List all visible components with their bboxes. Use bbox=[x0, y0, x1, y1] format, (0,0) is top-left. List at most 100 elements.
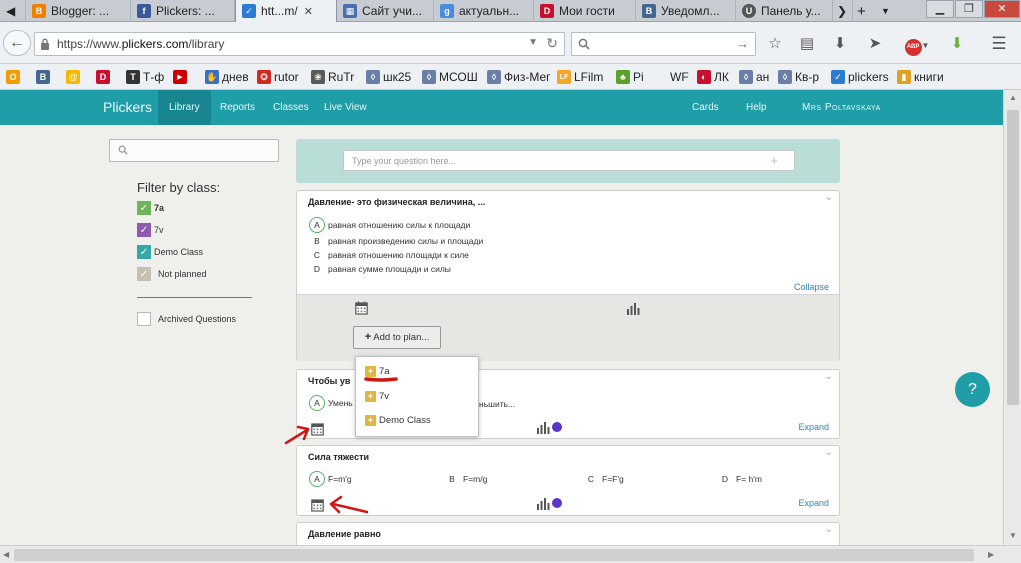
maximize-window-button[interactable]: ❐ bbox=[955, 0, 983, 18]
browser-tab-strip: ◀ B Blogger: ... f Plickers: ... ✓ htt..… bbox=[0, 0, 1021, 22]
browser-nav-bar: ← https://www.plickers.com/library ▼ ↻ →… bbox=[0, 22, 1021, 64]
bookmark-mail[interactable]: @ bbox=[66, 68, 83, 86]
bookmark-rutor[interactable]: ✪ rutor bbox=[257, 68, 299, 86]
bookmark-plickers[interactable]: ✓ plickers bbox=[831, 68, 889, 86]
app-logo[interactable]: Plickers bbox=[103, 99, 152, 115]
arrow-annotation-1 bbox=[284, 425, 310, 445]
adblock-icon[interactable]: ABP ▼ bbox=[902, 33, 932, 56]
scroll-left-icon[interactable]: ◀ bbox=[3, 550, 9, 559]
browser-tab-blogger[interactable]: B Blogger: ... bbox=[26, 0, 131, 22]
url-text: https://www.plickers.com/library bbox=[57, 37, 225, 51]
plickers-icon: ✓ bbox=[831, 70, 845, 84]
bookmark-odnoklassniki[interactable]: О bbox=[6, 68, 23, 86]
rutor-icon: ✪ bbox=[257, 70, 271, 84]
reload-icon[interactable]: ↻ bbox=[546, 35, 558, 52]
browser-tab-google[interactable]: g актуальн... bbox=[434, 0, 534, 22]
odnoklassniki-icon: О bbox=[6, 70, 20, 84]
globe-icon: ◊ bbox=[366, 70, 380, 84]
minimize-window-button[interactable]: ▁ bbox=[926, 0, 954, 18]
underline-annotation bbox=[364, 377, 398, 382]
tab-scroll-left-button[interactable]: ◀ bbox=[0, 0, 26, 22]
nav-cards[interactable]: Cards bbox=[681, 90, 730, 125]
browser-tab-guests[interactable]: D Мои гости bbox=[534, 0, 636, 22]
bookmark-wf[interactable]: WF bbox=[670, 68, 689, 86]
close-tab-icon[interactable]: ✕ bbox=[304, 5, 313, 18]
history-dropdown-icon[interactable]: ▼ bbox=[528, 37, 538, 48]
hand-icon: ✋ bbox=[205, 70, 219, 84]
browser-tab-notifications[interactable]: B Уведомл... bbox=[636, 0, 736, 22]
search-bar[interactable]: → bbox=[571, 32, 756, 56]
youtube-icon: ▶ bbox=[173, 70, 187, 84]
browser-tab-site[interactable]: ▦ Сайт учи... bbox=[337, 0, 434, 22]
globe-icon: ◊ bbox=[422, 70, 436, 84]
tf-icon: T bbox=[126, 70, 140, 84]
bookmark-lfilm[interactable]: LF LFilm bbox=[557, 68, 603, 86]
bookmark-rutracker[interactable]: ❀ RuTr bbox=[311, 68, 354, 86]
vk-icon: B bbox=[642, 4, 656, 18]
scroll-down-icon[interactable]: ▼ bbox=[1009, 531, 1017, 540]
mail-icon: @ bbox=[66, 70, 80, 84]
reading-list-icon[interactable]: ▤ bbox=[796, 33, 818, 55]
bookmark-label: шк25 bbox=[383, 70, 412, 84]
site-icon: ▦ bbox=[343, 4, 357, 18]
tab-label: Plickers: ... bbox=[156, 4, 215, 18]
search-icon bbox=[578, 38, 590, 50]
bookmark-diary[interactable]: D bbox=[96, 68, 113, 86]
bookmark-vk[interactable]: B bbox=[36, 68, 53, 86]
leaf-icon: ♣ bbox=[616, 70, 630, 84]
vk-icon: B bbox=[36, 70, 50, 84]
user-menu[interactable]: Mrs Poltavskaya bbox=[791, 90, 892, 125]
bookmark-lk[interactable]: ◐ ЛК bbox=[697, 68, 729, 86]
bookmark-dnev[interactable]: ✋ днев bbox=[205, 68, 249, 86]
bookmark-books[interactable]: ▮ книги bbox=[897, 68, 944, 86]
nav-library[interactable]: Library bbox=[158, 90, 211, 125]
bookmark-youtube[interactable]: ▶ bbox=[173, 68, 190, 86]
bookmark-star-icon[interactable]: ☆ bbox=[764, 33, 786, 55]
bookmark-kv-r[interactable]: ◊ Кв-р bbox=[778, 68, 819, 86]
downloads-icon[interactable]: ⬇ bbox=[829, 33, 851, 55]
rutracker-icon: ❀ bbox=[311, 70, 325, 84]
send-icon[interactable]: ➤ bbox=[864, 33, 886, 55]
browser-tab-plickers-library[interactable]: ✓ htt...m/ ✕ bbox=[235, 0, 337, 22]
diary-icon: D bbox=[96, 70, 110, 84]
vertical-scroll-thumb[interactable] bbox=[1007, 110, 1019, 405]
nav-live-view[interactable]: Live View bbox=[313, 90, 378, 125]
tab-list-icon[interactable]: ▼ bbox=[877, 0, 897, 22]
tab-label: htt...m/ bbox=[261, 4, 298, 18]
tab-scroll-right-button[interactable]: ❯ bbox=[833, 0, 853, 22]
close-window-button[interactable]: ✕ bbox=[984, 0, 1020, 18]
scroll-right-icon[interactable]: ▶ bbox=[988, 550, 994, 559]
bookmark-school25[interactable]: ◊ шк25 bbox=[366, 68, 411, 86]
bookmark-pi[interactable]: ♣ Pi bbox=[616, 68, 644, 86]
bookmark-msosh[interactable]: ◊ МСОШ bbox=[422, 68, 478, 86]
app-header: Plickers Library Reports Classes Live Vi… bbox=[0, 90, 1003, 125]
arrow-annotation-2 bbox=[329, 495, 369, 514]
browser-tab-plickers-fb[interactable]: f Plickers: ... bbox=[131, 0, 235, 22]
search-go-icon[interactable]: → bbox=[736, 36, 749, 51]
browser-tab-panel[interactable]: U Панель у... bbox=[736, 0, 833, 22]
bookmark-label: ан bbox=[756, 70, 770, 84]
vertical-scrollbar[interactable]: ▲ ▼ bbox=[1003, 90, 1021, 545]
address-bar[interactable]: https://www.plickers.com/library ▼ ↻ bbox=[34, 32, 565, 56]
bookmark-an[interactable]: ◊ ан bbox=[739, 68, 769, 86]
nav-classes[interactable]: Classes bbox=[262, 90, 320, 125]
bookmark-fiz-meg[interactable]: ◊ Физ-Мег bbox=[487, 68, 551, 86]
help-icon: ? bbox=[968, 381, 977, 398]
horizontal-scrollbar[interactable]: ◀ ▶ bbox=[0, 545, 1021, 563]
lk-icon: ◐ bbox=[697, 70, 711, 84]
back-button[interactable]: ← bbox=[3, 30, 31, 56]
bookmark-label: rutor bbox=[274, 70, 299, 84]
nav-reports[interactable]: Reports bbox=[209, 90, 266, 125]
horizontal-scroll-thumb[interactable] bbox=[14, 549, 974, 561]
scroll-up-icon[interactable]: ▲ bbox=[1009, 93, 1017, 102]
bookmark-tf[interactable]: T Т-ф bbox=[126, 68, 164, 86]
blogger-icon: B bbox=[32, 4, 46, 18]
bookmark-label: Физ-Мег bbox=[504, 70, 551, 84]
download-helper-icon[interactable]: ⬇ bbox=[946, 33, 968, 55]
help-chat-button[interactable]: ? bbox=[955, 372, 990, 407]
new-tab-button[interactable]: + bbox=[853, 0, 875, 22]
tab-label: Панель у... bbox=[761, 4, 821, 18]
menu-icon[interactable]: ☰ bbox=[988, 33, 1010, 55]
bookmark-label: книги bbox=[914, 70, 944, 84]
nav-help[interactable]: Help bbox=[735, 90, 778, 125]
